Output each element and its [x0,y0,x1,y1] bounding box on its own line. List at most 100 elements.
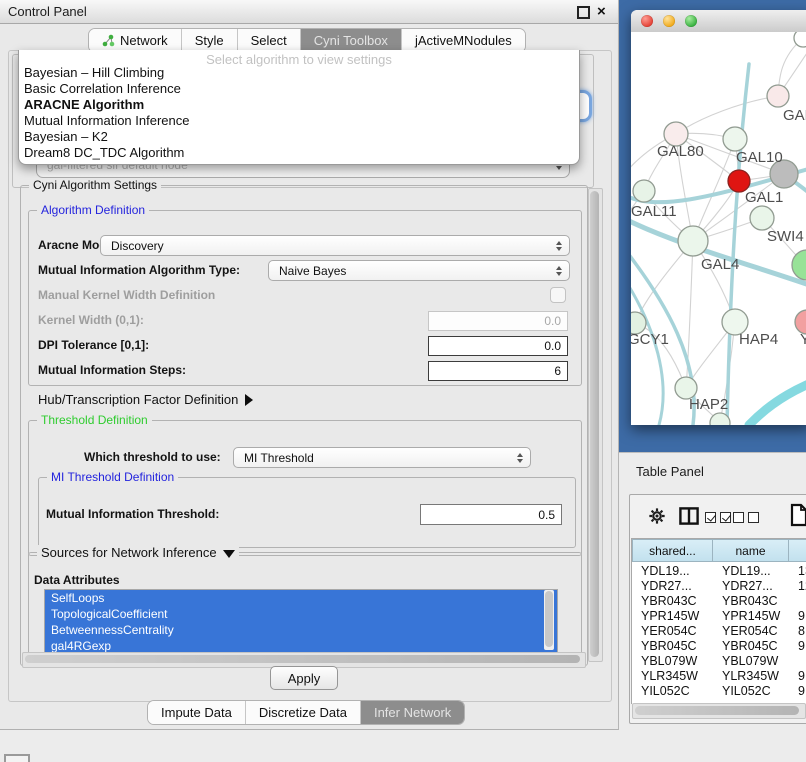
algorithm-option-selected[interactable]: ARACNE Algorithm [24,97,144,112]
tab-jactivemnodules[interactable]: jActiveMNodules [402,29,525,52]
which-threshold-combo[interactable]: MI Threshold [233,447,531,468]
tab-network[interactable]: Network [89,29,182,52]
algorithm-option[interactable]: Basic Correlation Inference [24,81,181,96]
hub-definition-expander[interactable]: Hub/Transcription Factor Definition [38,392,253,407]
gear-icon[interactable] [648,507,666,525]
node-label: SWI4 [767,228,804,245]
scrollbar-thumb[interactable] [635,706,799,715]
manual-kernel-checkbox[interactable] [550,287,566,303]
document-icon[interactable] [790,503,806,532]
node-label: GCY1 [631,331,669,348]
tab-label: Select [251,33,287,48]
data-attributes-list[interactable]: SelfLoops TopologicalCoefficient Between… [44,589,558,654]
network-node-gal11[interactable] [633,180,655,202]
tab-select[interactable]: Select [238,29,301,52]
mi-steps-label: Mutual Information Steps: [38,363,186,377]
hide-columns-icon[interactable] [733,512,759,523]
cell: YBR043C [632,594,713,609]
tab-label: Discretize Data [259,705,347,720]
dpi-tolerance-field[interactable]: 0.0 [428,336,568,356]
cell: YDL19... [632,564,713,579]
list-item[interactable]: TopologicalCoefficient [45,606,557,622]
close-window-icon[interactable] [641,15,653,27]
tab-label: Cyni Toolbox [314,33,388,48]
collapse-down-icon[interactable] [223,550,235,558]
algorithm-option[interactable]: Dream8 DC_TDC Algorithm [24,145,184,160]
algorithm-option[interactable]: Mutual Information Inference [24,113,189,128]
node-label: GAL10 [736,149,783,166]
tab-label: Infer Network [374,705,451,720]
network-window: GAL GAL80 GAL10 GAL1 GAL11 SWI4 GAL4 GCY… [631,10,806,425]
sources-title: Sources for Network Inference [41,545,217,560]
combo-spinner-icon [556,266,562,276]
mi-algorithm-type-combo[interactable]: Naive Bayes [268,260,570,281]
network-canvas[interactable]: GAL GAL80 GAL10 GAL1 GAL11 SWI4 GAL4 GCY… [631,32,806,425]
scrollbar-thumb[interactable] [590,191,599,657]
cell: YBR045C [632,639,713,654]
network-node-gal[interactable] [767,85,789,107]
node-label: GAL4 [701,256,739,273]
scrollbar-thumb[interactable] [545,591,553,647]
which-threshold-label: Which threshold to use: [84,450,221,464]
mi-algorithm-type-label: Mutual Information Algorithm Type: [38,263,240,277]
cell: YDR27... [632,579,713,594]
list-item[interactable]: BetweennessCentrality [45,622,557,638]
network-node-gal10[interactable] [723,127,747,151]
tab-discretize-data[interactable]: Discretize Data [246,701,361,724]
group-title: Threshold Definition [37,413,152,427]
network-node-gal4[interactable] [678,226,708,256]
settings-vertical-scrollbar[interactable] [588,188,603,662]
show-checked-columns-icon[interactable] [705,512,731,523]
cell: YER054C [713,624,789,639]
bottom-tabs: Impute Data Discretize Data Infer Networ… [147,700,465,725]
scrollbar-thumb[interactable] [25,655,580,663]
kernel-width-field[interactable]: 0.0 [428,311,568,331]
cell: YDR27... [713,579,789,594]
expand-right-icon[interactable] [245,394,253,406]
split-columns-icon[interactable] [679,507,699,530]
data-attributes-label: Data Attributes [34,573,120,587]
aracne-mode-combo[interactable]: Discovery [100,235,570,256]
column-header-shared[interactable]: shared... [632,539,713,562]
tab-label: jActiveMNodules [415,33,512,48]
zoom-window-icon[interactable] [685,15,697,27]
cell: YPR145W [713,609,789,624]
network-node-swi4[interactable] [750,206,774,230]
tab-cyni-toolbox[interactable]: Cyni Toolbox [301,29,402,52]
cell: YDL19... [713,564,789,579]
which-threshold-value: MI Threshold [244,451,314,465]
group-title: Algorithm Definition [37,203,149,217]
minimize-window-icon[interactable] [663,15,675,27]
attribute-table: shared... name A YDL19...YDL19...13 YDR2… [631,538,806,704]
cell [789,654,806,669]
cell: 9. [789,609,806,624]
float-panel-icon[interactable] [577,6,590,19]
cell: YBR045C [713,639,789,654]
cell: YLR345W [713,669,789,684]
network-node-green[interactable] [792,250,806,280]
tab-impute-data[interactable]: Impute Data [148,701,246,724]
mi-threshold-field[interactable]: 0.5 [420,504,562,525]
collapsed-panel-box[interactable] [4,754,30,762]
close-panel-icon[interactable]: × [597,5,606,19]
node-label: Y [800,331,806,348]
group-title: Cyni Algorithm Settings [29,178,161,192]
tab-label: Network [120,33,168,48]
tab-infer-network[interactable]: Infer Network [361,701,464,724]
kernel-width-label: Kernel Width (0,1): [38,313,144,327]
sources-collapser[interactable]: Sources for Network Inference [37,545,239,560]
algorithm-option[interactable]: Bayesian – K2 [24,129,108,144]
cell: YPR145W [632,609,713,624]
tab-label: Style [195,33,224,48]
table-horizontal-scrollbar[interactable] [632,703,806,719]
list-vertical-scrollbar[interactable] [544,590,554,650]
mi-steps-field[interactable]: 6 [428,361,568,381]
network-graph: GAL GAL80 GAL10 GAL1 GAL11 SWI4 GAL4 GCY… [631,32,806,425]
list-item[interactable]: SelfLoops [45,590,557,606]
tab-style[interactable]: Style [182,29,238,52]
apply-button[interactable]: Apply [270,666,338,690]
column-header-partial[interactable]: A [788,539,806,562]
network-window-titlebar[interactable] [631,10,806,33]
column-header-name[interactable]: name [712,539,789,562]
algorithm-option[interactable]: Bayesian – Hill Climbing [24,65,164,80]
